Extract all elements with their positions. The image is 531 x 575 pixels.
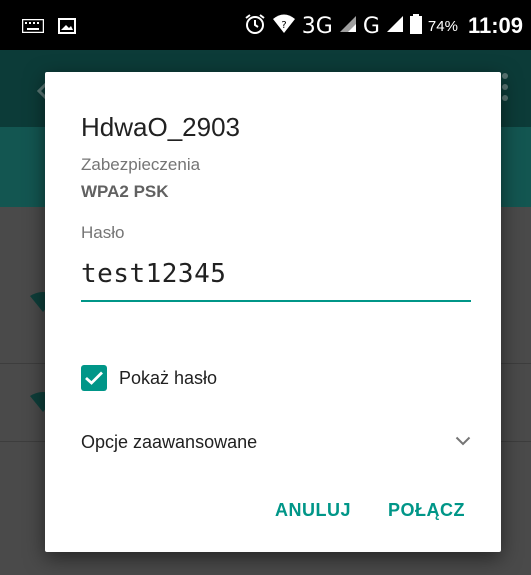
svg-text:?: ? — [281, 20, 286, 31]
battery-icon — [409, 13, 422, 39]
show-password-checkbox[interactable] — [81, 365, 107, 391]
status-bar: ? 3G G 74% 11:09 — [0, 0, 531, 50]
alarm-icon — [244, 13, 266, 40]
wifi-connect-dialog: HdwaO_2903 Zabezpieczenia WPA2 PSK Hasło… — [45, 72, 501, 552]
dialog-title: HdwaO_2903 — [81, 112, 240, 142]
network-g-label: G — [362, 13, 380, 39]
chevron-down-icon — [455, 433, 471, 451]
security-value: WPA2 PSK — [81, 182, 169, 201]
overflow-menu-icon — [501, 72, 509, 107]
show-password-label: Pokaż hasło — [119, 367, 218, 388]
security-label: Zabezpieczenia — [81, 155, 201, 174]
password-field[interactable] — [81, 254, 471, 302]
signal-icon — [386, 15, 404, 38]
advanced-options-label: Opcje zaawansowane — [81, 431, 258, 452]
clock: 11:09 — [467, 13, 523, 38]
show-password-toggle[interactable]: Pokaż hasło — [81, 365, 217, 391]
cancel-button[interactable]: ANULUJ — [275, 500, 351, 521]
password-label: Hasło — [81, 223, 125, 242]
battery-percent: 74% — [427, 17, 458, 35]
checkmark-icon — [85, 371, 103, 385]
keyboard-icon — [21, 18, 45, 38]
wifi-question-icon: ? — [272, 13, 296, 40]
connect-button[interactable]: POŁĄCZ — [388, 500, 465, 521]
signal-icon — [339, 15, 357, 38]
network-3g-label: 3G — [301, 13, 333, 39]
image-icon — [58, 18, 76, 39]
advanced-options-toggle[interactable]: Opcje zaawansowane — [81, 422, 471, 462]
